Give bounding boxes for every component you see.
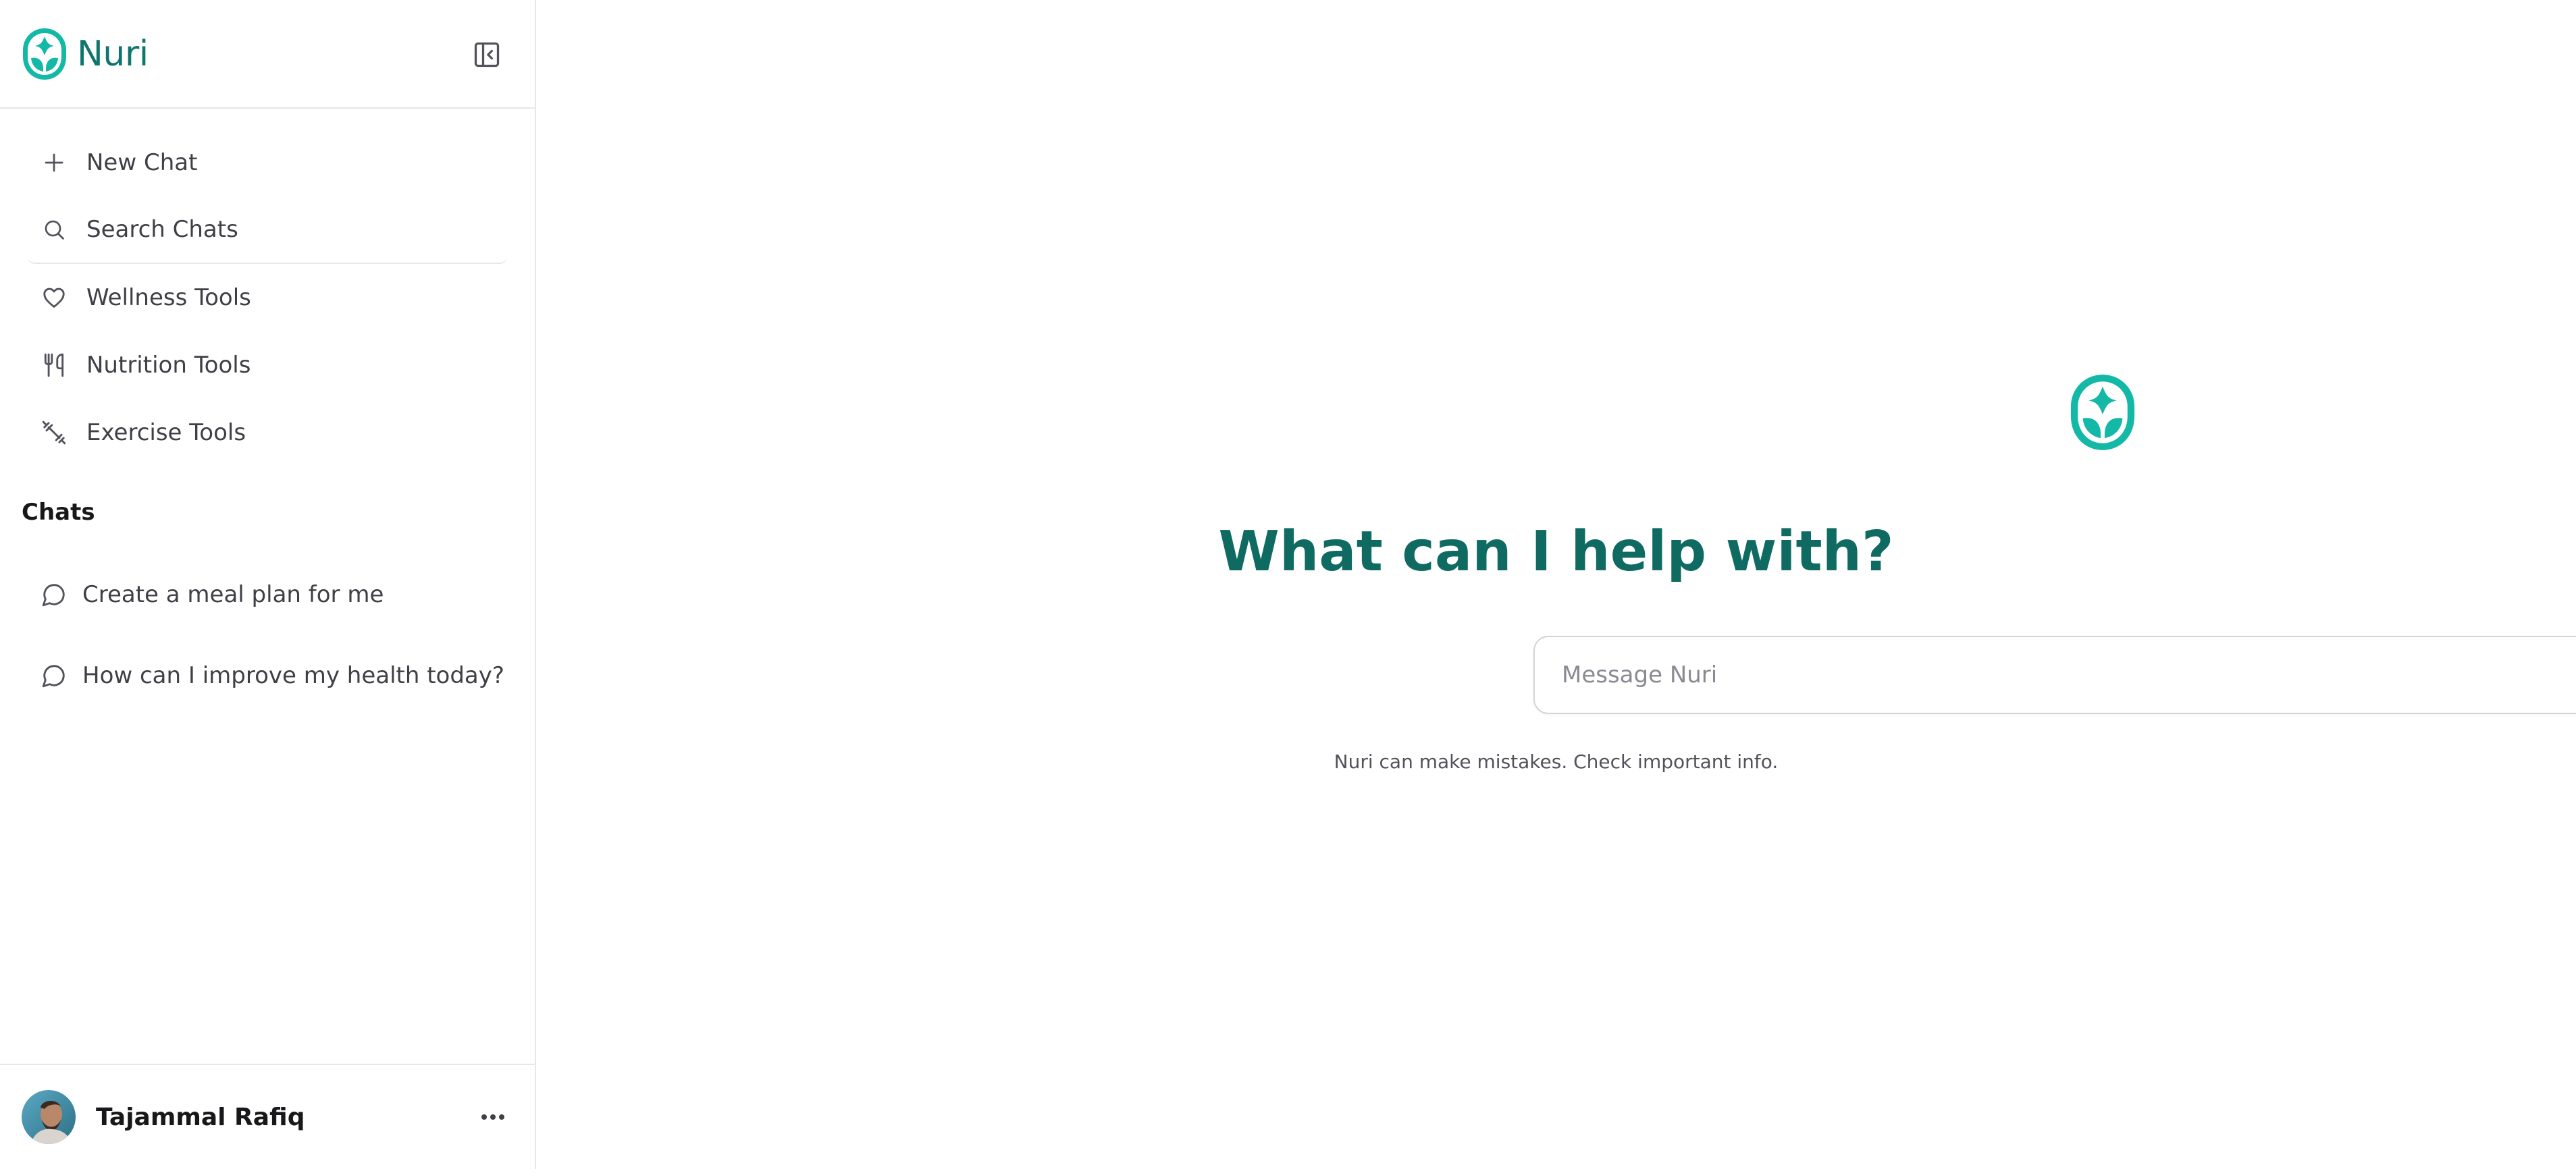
nav-label: Wellness Tools	[86, 284, 251, 311]
user-name: Tajammal Rafiq	[96, 1103, 305, 1131]
nav-label: Nutrition Tools	[86, 352, 251, 379]
app-root: Nuri New Chat Search Chats Wellness Tool…	[0, 0, 2576, 1169]
nav-label: New Chat	[86, 149, 198, 176]
wellness-tools-link[interactable]: Wellness Tools	[27, 264, 508, 331]
nuri-logo-icon	[23, 28, 66, 80]
message-input[interactable]	[1562, 637, 2561, 713]
ellipsis-icon	[481, 1114, 504, 1120]
nutrition-tools-link[interactable]: Nutrition Tools	[27, 331, 508, 399]
chat-history-list: Create a meal plan for me How can I impr…	[0, 554, 535, 716]
chat-title: Create a meal plan for me	[82, 581, 384, 608]
brand[interactable]: Nuri	[22, 27, 149, 81]
main-panel: What can I help with? Nuri can make mist…	[536, 0, 2576, 1169]
nuri-logo-icon	[2070, 375, 2135, 450]
search-icon	[41, 216, 68, 243]
sidebar-collapse-button[interactable]	[471, 39, 502, 70]
plus-icon	[41, 149, 68, 176]
dumbbell-icon	[41, 419, 68, 446]
chat-history-item[interactable]: Create a meal plan for me	[27, 554, 508, 635]
search-chats-button[interactable]: Search Chats	[27, 196, 508, 264]
new-chat-button[interactable]: New Chat	[27, 129, 508, 196]
avatar[interactable]	[22, 1090, 76, 1144]
chat-history-item[interactable]: How can I improve my health today?	[27, 635, 508, 716]
sidebar-header: Nuri	[0, 0, 535, 109]
brand-name: Nuri	[77, 33, 149, 74]
message-circle-icon	[41, 662, 68, 689]
chat-title: How can I improve my health today?	[82, 662, 504, 689]
avatar-image	[22, 1090, 76, 1144]
nav-label: Search Chats	[86, 216, 238, 243]
user-menu-button[interactable]	[473, 1097, 513, 1137]
page-title: What can I help with?	[1218, 520, 1894, 584]
user-profile-bar: Tajammal Rafiq	[0, 1064, 535, 1169]
sidebar-collapse-icon	[474, 42, 500, 67]
message-composer	[1533, 636, 2576, 714]
chats-section-title: Chats	[22, 499, 95, 526]
heart-icon	[41, 284, 68, 311]
utensils-icon	[41, 352, 68, 379]
sidebar: Nuri New Chat Search Chats Wellness Tool…	[0, 0, 536, 1169]
exercise-tools-link[interactable]: Exercise Tools	[27, 399, 508, 466]
hero-logo	[2069, 373, 2136, 452]
nav-label: Exercise Tools	[86, 419, 246, 446]
sidebar-nav: New Chat Search Chats Wellness Tools Nut…	[0, 109, 535, 466]
message-circle-icon	[41, 581, 68, 608]
disclaimer-text: Nuri can make mistakes. Check important …	[1334, 751, 1779, 773]
